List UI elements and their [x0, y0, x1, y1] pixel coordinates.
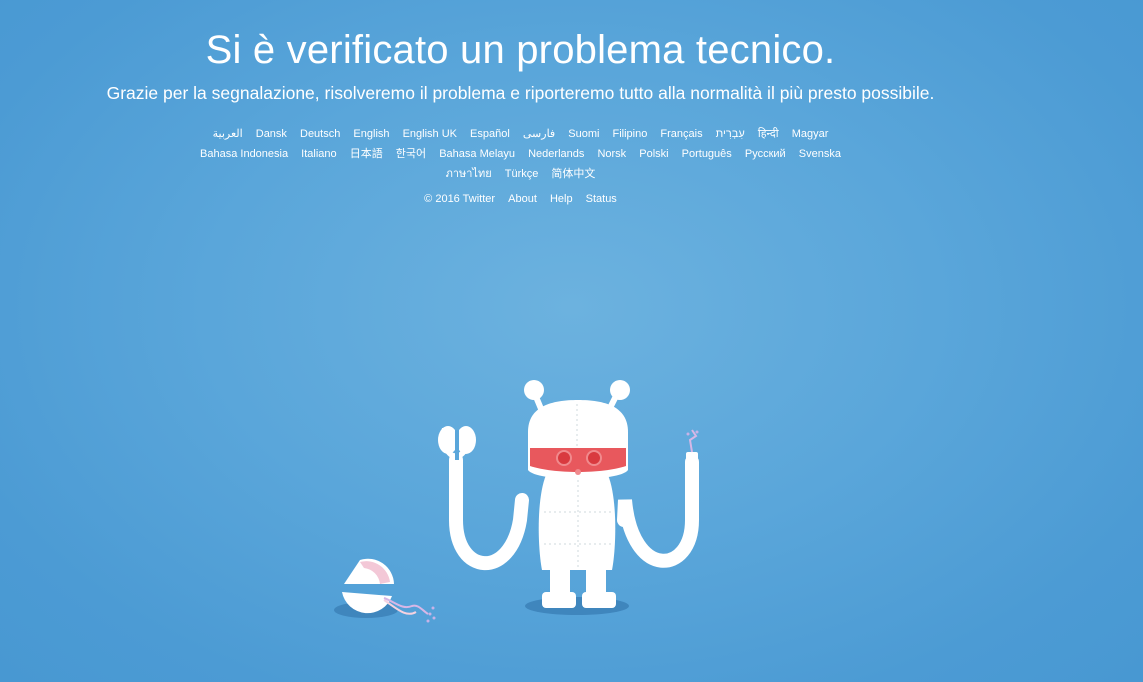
robot-right-arm [617, 455, 699, 568]
language-list-row-2: Bahasa Indonesia Italiano 日本語 한국어 Bahasa… [0, 147, 1041, 161]
language-link-english-uk[interactable]: English UK [403, 127, 457, 141]
robot-visor [530, 448, 626, 472]
language-link-arabic[interactable]: العربية [213, 127, 243, 141]
footer: © 2016 Twitter About Help Status [0, 192, 1041, 206]
language-link-magyar[interactable]: Magyar [792, 127, 829, 141]
language-link-deutsch[interactable]: Deutsch [300, 127, 340, 141]
broken-robot-illustration [334, 380, 699, 623]
language-link-english[interactable]: English [353, 127, 389, 141]
page-subtitle: Grazie per la segnalazione, risolveremo … [106, 83, 935, 103]
robot-body [538, 475, 616, 570]
copyright-text: © 2016 Twitter [424, 193, 496, 205]
robot-left-arm [449, 453, 529, 571]
footer-help-link[interactable]: Help [550, 192, 573, 206]
footer-status-link[interactable]: Status [586, 192, 617, 206]
language-link-portugues[interactable]: Português [682, 147, 732, 161]
language-link-svenska[interactable]: Svenska [799, 147, 841, 161]
language-link-polski[interactable]: Polski [639, 147, 668, 161]
language-link-suomi[interactable]: Suomi [568, 127, 599, 141]
language-link-norsk[interactable]: Norsk [597, 147, 626, 161]
language-link-japanese[interactable]: 日本語 [350, 147, 383, 161]
language-link-russian[interactable]: Русский [745, 147, 786, 161]
language-link-dansk[interactable]: Dansk [256, 127, 287, 141]
scissor-claw-icon [438, 426, 476, 460]
language-link-italiano[interactable]: Italiano [301, 147, 336, 161]
language-link-hebrew[interactable]: עִבְרִית [716, 127, 745, 141]
language-link-turkce[interactable]: Türkçe [505, 167, 539, 181]
page-title: Si è verificato un problema tecnico. [205, 28, 836, 72]
footer-about-link[interactable]: About [508, 192, 537, 206]
language-link-bahasa-indonesia[interactable]: Bahasa Indonesia [200, 147, 288, 161]
language-link-farsi[interactable]: فارسی [523, 127, 555, 141]
language-link-francais[interactable]: Français [660, 127, 702, 141]
robot-mouth [575, 469, 581, 475]
language-link-hindi[interactable]: हिन्दी [758, 127, 779, 141]
language-link-bahasa-melayu[interactable]: Bahasa Melayu [439, 147, 515, 161]
robot-right-eye [586, 450, 602, 466]
language-link-thai[interactable]: ภาษาไทย [446, 167, 492, 181]
language-link-nederlands[interactable]: Nederlands [528, 147, 584, 161]
language-list-row-1: العربية Dansk Deutsch English English UK… [0, 127, 1041, 141]
language-list-row-3: ภาษาไทย Türkçe 简体中文 [0, 167, 1041, 181]
language-link-korean[interactable]: 한국어 [396, 147, 426, 161]
robot-left-eye [556, 450, 572, 466]
language-link-chinese-simplified[interactable]: 简体中文 [551, 167, 595, 181]
language-link-filipino[interactable]: Filipino [613, 127, 648, 141]
sparking-wire-icon [686, 429, 699, 468]
robot-head [528, 400, 628, 479]
language-link-espanol[interactable]: Español [470, 127, 510, 141]
